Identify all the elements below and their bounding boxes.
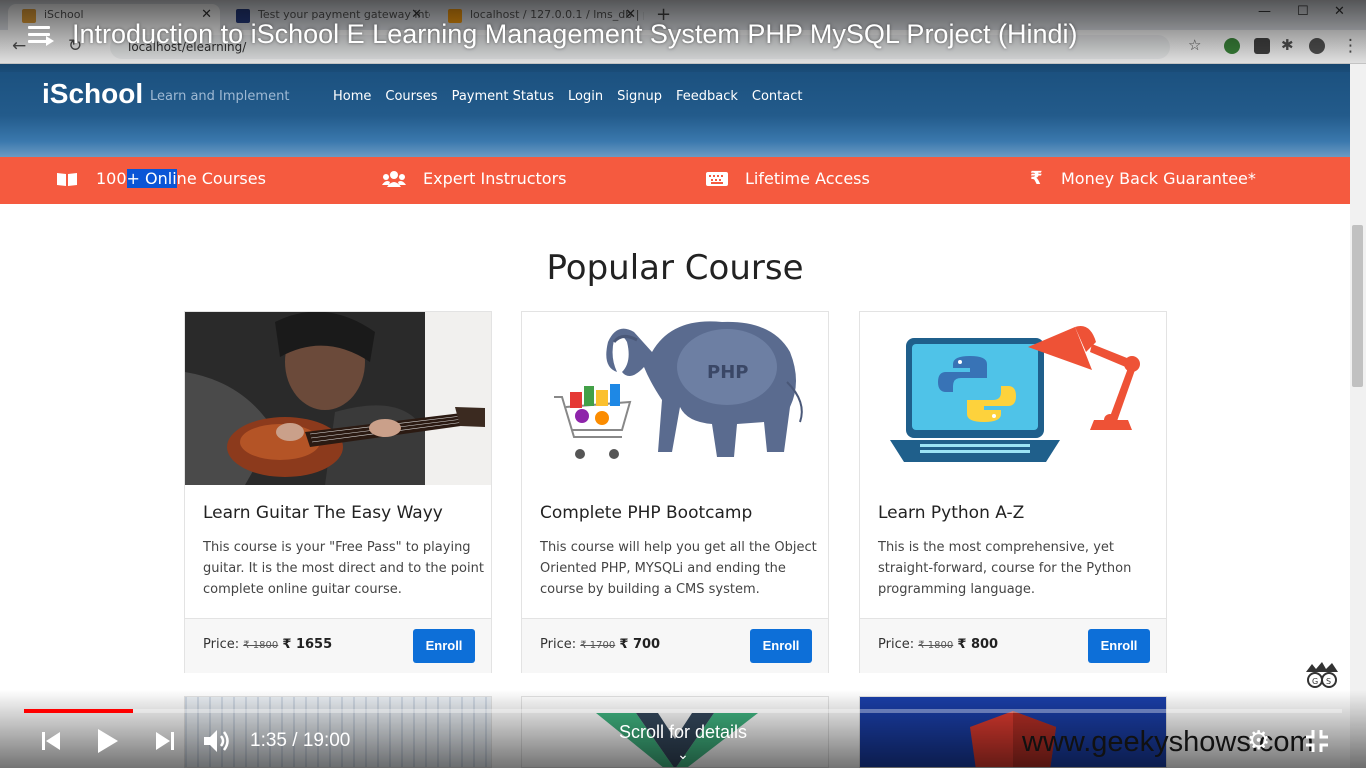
- course-card-python: Learn Python A-Z This is the most compre…: [859, 311, 1167, 673]
- next-icon[interactable]: [154, 730, 176, 752]
- old-price: ₹ 1800: [918, 640, 954, 651]
- feature-lifetime-access: Lifetime Access: [706, 169, 870, 188]
- feature-online-courses: 100+ Online Courses: [56, 169, 266, 188]
- course-title[interactable]: Complete PHP Bootcamp: [540, 503, 752, 523]
- nav-contact[interactable]: Contact: [752, 89, 803, 104]
- course-description: This course will help you get all the Ob…: [540, 540, 817, 597]
- nav-feedback[interactable]: Feedback: [676, 89, 738, 104]
- video-progress-bar[interactable]: [24, 709, 1342, 713]
- geekyshows-mascot-icon: GS: [1302, 660, 1342, 692]
- current-price: ₹ 700: [619, 637, 661, 652]
- enroll-button[interactable]: Enroll: [750, 629, 812, 663]
- course-description: This course is your "Free Pass" to playi…: [203, 540, 484, 597]
- old-price: ₹ 1700: [580, 640, 616, 651]
- main-nav: Home Courses Payment Status Login Signup…: [333, 89, 802, 104]
- course-title[interactable]: Learn Guitar The Easy Wayy: [203, 503, 443, 523]
- profile-icon[interactable]: [1309, 38, 1325, 54]
- nav-home[interactable]: Home: [333, 89, 371, 104]
- close-window-icon[interactable]: ✕: [1334, 4, 1345, 19]
- video-progress-played: [24, 709, 134, 713]
- book-open-icon: [57, 173, 77, 186]
- bookmark-star-icon[interactable]: ☆: [1188, 36, 1201, 54]
- old-price: ₹ 1800: [243, 640, 279, 651]
- course-footer: Price: ₹ 1800 ₹ 800 Enroll: [860, 618, 1166, 673]
- course-image-guitar[interactable]: [185, 312, 491, 485]
- course-footer: Price: ₹ 1800 ₹ 1655 Enroll: [185, 618, 491, 673]
- video-time: 1:35 / 19:00: [250, 730, 351, 751]
- enroll-button[interactable]: Enroll: [1088, 629, 1150, 663]
- maximize-icon[interactable]: ☐: [1297, 4, 1309, 19]
- nav-signup[interactable]: Signup: [617, 89, 662, 104]
- extension-icon[interactable]: [1254, 38, 1270, 54]
- course-footer: Price: ₹ 1700 ₹ 700 Enroll: [522, 618, 828, 673]
- site-tagline: Learn and Implement: [150, 89, 290, 104]
- menu-dots-icon[interactable]: ⋮: [1342, 36, 1359, 56]
- enroll-button[interactable]: Enroll: [413, 629, 475, 663]
- svg-text:S: S: [1326, 677, 1331, 686]
- course-price: Price: ₹ 1800 ₹ 800: [878, 637, 999, 652]
- course-image-php[interactable]: PHP: [522, 312, 828, 485]
- feature-expert-instructors: Expert Instructors: [382, 169, 566, 188]
- page-scrollbar[interactable]: [1350, 64, 1366, 768]
- video-title[interactable]: Introduction to iSchool E Learning Manag…: [72, 19, 1077, 50]
- scroll-for-details[interactable]: Scroll for details ⌄: [583, 722, 783, 764]
- site-favicon: [22, 9, 36, 23]
- course-price: Price: ₹ 1700 ₹ 700: [540, 637, 661, 652]
- nav-login[interactable]: Login: [568, 89, 603, 104]
- php-logo-text: PHP: [707, 362, 748, 383]
- section-title: Popular Course: [546, 248, 804, 288]
- feature-money-back: ₹ Money Back Guarantee*: [1030, 168, 1256, 189]
- svg-text:G: G: [1312, 677, 1318, 686]
- feature-bar: 100+ Online Courses Expert Instructors L…: [0, 157, 1350, 204]
- previous-icon[interactable]: [40, 730, 62, 752]
- course-image-python[interactable]: [860, 312, 1166, 485]
- course-price: Price: ₹ 1800 ₹ 1655: [203, 637, 333, 652]
- course-description: This is the most comprehensive, yet stra…: [878, 540, 1132, 597]
- course-card-php: PHP Complete PHP Bootcamp This course wi…: [521, 311, 829, 673]
- site-header: iSchool Learn and Implement Home Courses…: [0, 64, 1350, 158]
- scrollbar-thumb[interactable]: [1352, 225, 1363, 387]
- keyboard-icon: [706, 172, 728, 186]
- playlist-icon[interactable]: [28, 26, 54, 46]
- users-icon: [382, 171, 406, 187]
- nav-courses[interactable]: Courses: [385, 89, 437, 104]
- current-price: ₹ 800: [957, 637, 999, 652]
- chevron-down-icon: ⌄: [677, 746, 689, 762]
- rupee-icon: ₹: [1030, 168, 1043, 189]
- fullscreen-icon[interactable]: [1304, 728, 1330, 754]
- course-card-guitar: Learn Guitar The Easy Wayy This course i…: [184, 311, 492, 673]
- course-title[interactable]: Learn Python A-Z: [878, 503, 1024, 523]
- minimize-icon[interactable]: —: [1258, 4, 1271, 19]
- back-icon[interactable]: ←: [12, 36, 26, 56]
- nav-payment-status[interactable]: Payment Status: [452, 89, 554, 104]
- play-icon[interactable]: [96, 728, 120, 754]
- site-logo[interactable]: iSchool: [42, 78, 143, 110]
- settings-gear-icon[interactable]: ⚙: [1247, 726, 1270, 756]
- volume-icon[interactable]: [203, 728, 233, 754]
- puzzle-icon[interactable]: ✱: [1281, 36, 1294, 54]
- current-price: ₹ 1655: [282, 637, 333, 652]
- extension-icon[interactable]: [1224, 38, 1240, 54]
